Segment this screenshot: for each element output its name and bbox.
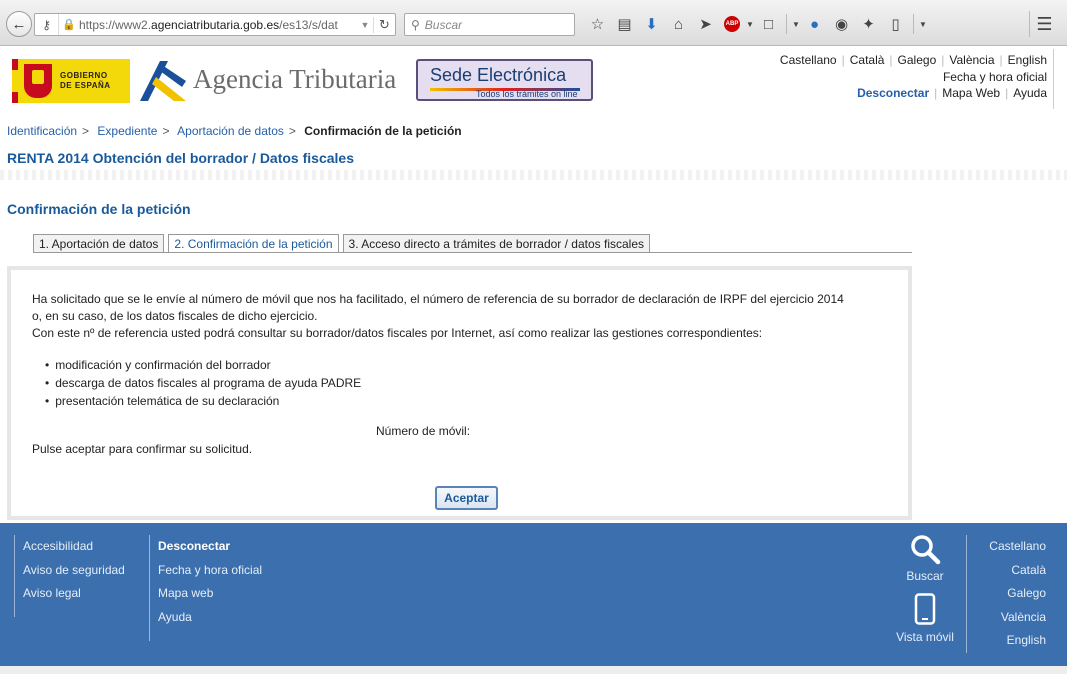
gobierno-logo[interactable]: GOBIERNO DE ESPAÑA	[12, 59, 130, 103]
lang-english[interactable]: English	[1008, 53, 1047, 67]
dropdown-arrow-icon[interactable]: ▼	[745, 12, 755, 36]
intro-line-2: o, en su caso, de los datos fiscales de …	[32, 309, 318, 323]
breadcrumb-current: Confirmación de la petición	[304, 124, 462, 138]
header-divider	[1053, 49, 1054, 109]
actions-list: modificación y confirmación del borrador…	[45, 356, 361, 410]
list-item: modificación y confirmación del borrador	[45, 356, 361, 374]
footer-lang-galego[interactable]: Galego	[977, 582, 1046, 606]
dropdown-arrow-icon[interactable]: ▼	[357, 20, 373, 30]
footer-lang-catala[interactable]: Català	[977, 559, 1046, 583]
footer-search-label: Buscar	[906, 569, 944, 583]
list-item: presentación telemática de su declaració…	[45, 392, 361, 410]
search-icon: ⚲	[411, 17, 420, 32]
footer-languages: Castellano Català Galego València Englis…	[966, 535, 1046, 653]
footer-accessibility-link[interactable]: Accesibilidad	[23, 535, 125, 559]
dotted-divider	[0, 170, 1067, 180]
sede-electronica-logo[interactable]: Sede Electrónica Todos los trámites on l…	[416, 59, 593, 101]
extension-icon[interactable]: ✦	[855, 12, 882, 36]
toolbar-separator	[786, 14, 787, 34]
coat-of-arms-icon	[24, 64, 52, 98]
footer-bottom-strip	[0, 666, 1067, 674]
breadcrumb-aportacion[interactable]: Aportación de datos	[177, 124, 284, 138]
mobile-phone-icon	[914, 593, 936, 625]
spain-flag-icon	[12, 59, 18, 103]
reading-list-icon[interactable]: ▤	[611, 12, 638, 36]
footer-column-2: Desconectar Fecha y hora oficial Mapa we…	[149, 535, 262, 641]
back-button[interactable]: ←	[6, 11, 32, 37]
breadcrumb: Identificación > Expediente > Aportación d…	[7, 124, 462, 138]
footer-mobile-view-button[interactable]: Vista móvil	[889, 593, 961, 644]
header-links: Castellano | Català | Galego | València | Englis…	[779, 53, 1047, 100]
intro-line-3: Con este nº de referencia usted podrá co…	[32, 326, 763, 340]
footer-column-1: Accesibilidad Aviso de seguridad Aviso l…	[14, 535, 125, 617]
tab-aportacion[interactable]: 1. Aportación de datos	[33, 234, 165, 253]
footer-security-link[interactable]: Aviso de seguridad	[23, 559, 125, 583]
download-icon[interactable]: ⬇	[638, 12, 665, 36]
agencia-tributaria-logo-icon[interactable]	[138, 57, 188, 103]
lang-valencia[interactable]: València	[949, 53, 994, 67]
tabs-divider	[33, 252, 912, 253]
language-selector: Castellano | Català | Galego | València | Englis…	[779, 53, 1047, 67]
bookmark-star-icon[interactable]: ☆	[584, 12, 611, 36]
footer-lang-english[interactable]: English	[977, 629, 1046, 653]
sede-title: Sede Electrónica	[430, 65, 567, 85]
toolbar-separator	[913, 14, 914, 34]
hamburger-menu-icon[interactable]: ☰	[1029, 11, 1059, 37]
breadcrumb-expediente[interactable]: Expediente	[97, 124, 157, 138]
footer-lang-valencia[interactable]: València	[977, 606, 1046, 630]
chat-icon[interactable]: ◉	[828, 12, 855, 36]
site-map-link[interactable]: Mapa Web	[942, 86, 1000, 100]
mobile-number-label: Número de móvil:	[376, 424, 471, 438]
adblock-icon[interactable]: ABP	[724, 16, 740, 32]
help-link[interactable]: Ayuda	[1013, 86, 1047, 100]
page-title: RENTA 2014 Obtención del borrador / Dato…	[7, 150, 354, 166]
browser-toolbar: ← ⚷ 🔒 https://www2.agenciatributaria.gob…	[0, 0, 1067, 46]
accept-button[interactable]: Aceptar	[435, 486, 498, 510]
dropdown-arrow-icon[interactable]: ▼	[791, 12, 801, 36]
content-panel: Ha solicitado que se le envíe al número …	[7, 266, 912, 520]
list-item: descarga de datos fiscales al programa d…	[45, 374, 361, 392]
site-title[interactable]: Agencia Tributaria	[193, 64, 396, 95]
official-time-link[interactable]: Fecha y hora oficial	[943, 70, 1047, 84]
site-header: GOBIERNO DE ESPAÑA Agencia Tributaria Se…	[0, 47, 1067, 115]
footer-site-map-link[interactable]: Mapa web	[158, 582, 262, 606]
screenshot-icon[interactable]: □	[755, 12, 782, 36]
tab-acceso-directo[interactable]: 3. Acceso directo a trámites de borrador…	[342, 234, 650, 253]
search-icon	[911, 535, 941, 565]
send-icon[interactable]: ➤	[692, 12, 719, 36]
arrow-left-icon: ←	[11, 15, 27, 33]
lang-galego[interactable]: Galego	[898, 53, 937, 67]
reload-icon[interactable]: ↻	[373, 16, 395, 33]
footer-mobile-label: Vista móvil	[896, 630, 954, 644]
footer-legal-link[interactable]: Aviso legal	[23, 582, 125, 606]
clipboard-icon[interactable]: ▯	[882, 12, 909, 36]
home-icon[interactable]: ⌂	[665, 12, 692, 36]
key-icon[interactable]: ⚷	[35, 14, 59, 35]
lang-catala[interactable]: Català	[850, 53, 885, 67]
address-bar[interactable]: ⚷ 🔒 https://www2.agenciatributaria.gob.e…	[34, 13, 396, 36]
gobierno-text: GOBIERNO DE ESPAÑA	[60, 71, 111, 90]
search-placeholder: Buscar	[424, 17, 463, 32]
lock-icon[interactable]: 🔒	[59, 18, 79, 31]
footer-help-link[interactable]: Ayuda	[158, 606, 262, 630]
search-input[interactable]: ⚲ Buscar	[404, 13, 575, 36]
footer-disconnect-link[interactable]: Desconectar	[158, 535, 262, 559]
footer-lang-castellano[interactable]: Castellano	[977, 535, 1046, 559]
sede-subtitle: Todos los trámites on line	[476, 89, 578, 99]
step-tabs: 1. Aportación de datos 2. Confirmación d…	[33, 234, 654, 253]
breadcrumb-identificacion[interactable]: Identificación	[7, 124, 77, 138]
globe-icon[interactable]: ●	[801, 12, 828, 36]
confirm-instruction: Pulse aceptar para confirmar su solicitu…	[32, 442, 253, 456]
footer-search-button[interactable]: Buscar	[895, 533, 955, 583]
tab-confirmacion[interactable]: 2. Confirmación de la petición	[168, 234, 339, 253]
dropdown-arrow-icon[interactable]: ▼	[918, 12, 928, 36]
lang-castellano[interactable]: Castellano	[780, 53, 837, 67]
section-title: Confirmación de la petición	[7, 201, 191, 217]
disconnect-link[interactable]: Desconectar	[857, 86, 929, 100]
site-footer: Accesibilidad Aviso de seguridad Aviso l…	[0, 523, 1067, 666]
url-text[interactable]: https://www2.agenciatributaria.gob.es/es…	[79, 18, 357, 32]
toolbar-icons: ☆ ▤ ⬇ ⌂ ➤ ABP ▼ □ ▼ ● ◉ ✦ ▯ ▼	[584, 12, 928, 36]
intro-line-1: Ha solicitado que se le envíe al número …	[32, 292, 844, 306]
footer-official-time-link[interactable]: Fecha y hora oficial	[158, 559, 262, 583]
